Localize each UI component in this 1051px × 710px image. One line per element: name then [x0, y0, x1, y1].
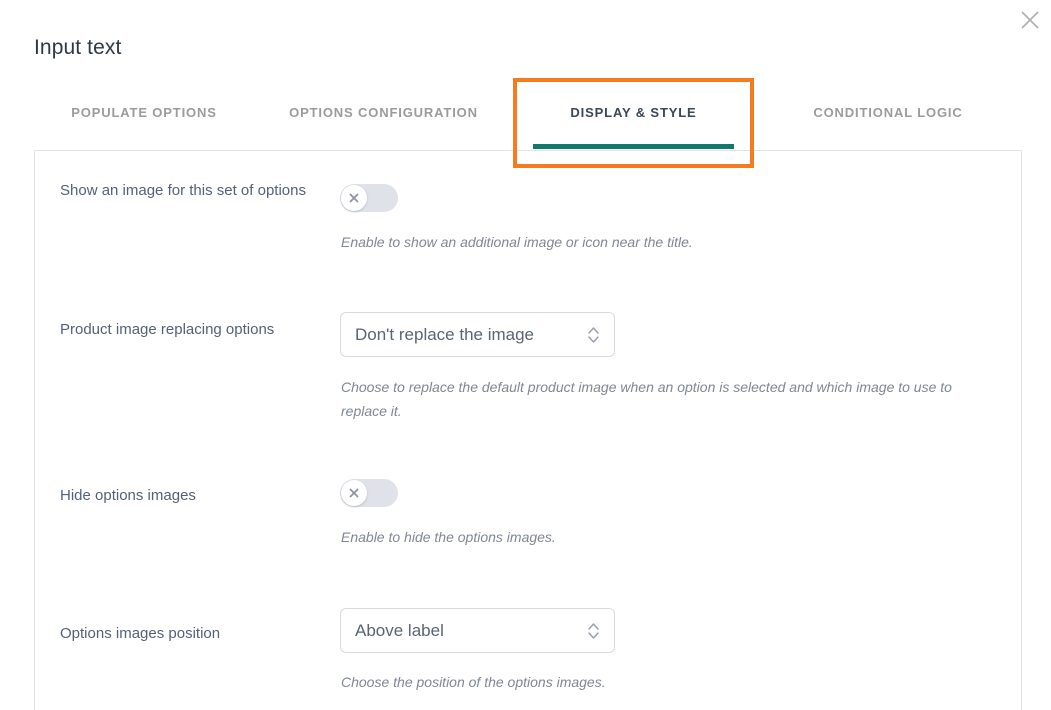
- setting-help-text: Enable to hide the options images.: [341, 529, 556, 545]
- x-icon: [348, 192, 360, 204]
- tab-display-and-style[interactable]: DISPLAY & STYLE: [513, 79, 754, 150]
- chevron-up-down-icon: [584, 324, 602, 346]
- x-icon: [348, 487, 360, 499]
- toggle-knob: [341, 480, 367, 506]
- chevron-up-down-icon: [584, 620, 602, 642]
- setting-control: Above label: [340, 608, 615, 653]
- setting-label: Hide options images: [60, 487, 196, 504]
- page-title: Input text: [34, 36, 122, 59]
- close-icon: [1019, 9, 1041, 31]
- tab-label: DISPLAY & STYLE: [570, 105, 697, 120]
- tab-label: CONDITIONAL LOGIC: [813, 105, 963, 120]
- setting-help-text: Choose to replace the default product im…: [341, 379, 952, 419]
- tab-label: OPTIONS CONFIGURATION: [289, 105, 478, 120]
- options-images-position-select[interactable]: Above label: [340, 608, 615, 653]
- settings-panel: Show an image for this set of options En…: [34, 150, 1022, 710]
- setting-help-text: Choose the position of the options image…: [341, 674, 606, 690]
- setting-control: Don't replace the image: [340, 312, 615, 357]
- close-button[interactable]: [1012, 2, 1048, 38]
- select-value: Above label: [355, 620, 444, 640]
- tab-conditional-logic[interactable]: CONDITIONAL LOGIC: [754, 79, 1022, 150]
- tab-label: POPULATE OPTIONS: [71, 105, 217, 120]
- setting-label: Options images position: [60, 625, 221, 642]
- setting-label: Show an image for this set of options: [60, 182, 306, 199]
- active-tab-underline: [533, 144, 734, 149]
- setting-label: Product image replacing options: [60, 321, 275, 338]
- setting-help-text: Enable to show an additional image or ic…: [341, 234, 693, 250]
- show-image-toggle[interactable]: [340, 184, 398, 212]
- setting-control: [340, 184, 398, 212]
- hide-options-images-toggle[interactable]: [340, 479, 398, 507]
- product-image-replacing-select[interactable]: Don't replace the image: [340, 312, 615, 357]
- setting-control: [340, 479, 398, 507]
- toggle-knob: [341, 185, 367, 211]
- tab-options-configuration[interactable]: OPTIONS CONFIGURATION: [254, 79, 513, 150]
- tab-populate-options[interactable]: POPULATE OPTIONS: [34, 79, 254, 150]
- select-value: Don't replace the image: [355, 324, 535, 344]
- tab-bar: POPULATE OPTIONS OPTIONS CONFIGURATION D…: [34, 79, 1022, 150]
